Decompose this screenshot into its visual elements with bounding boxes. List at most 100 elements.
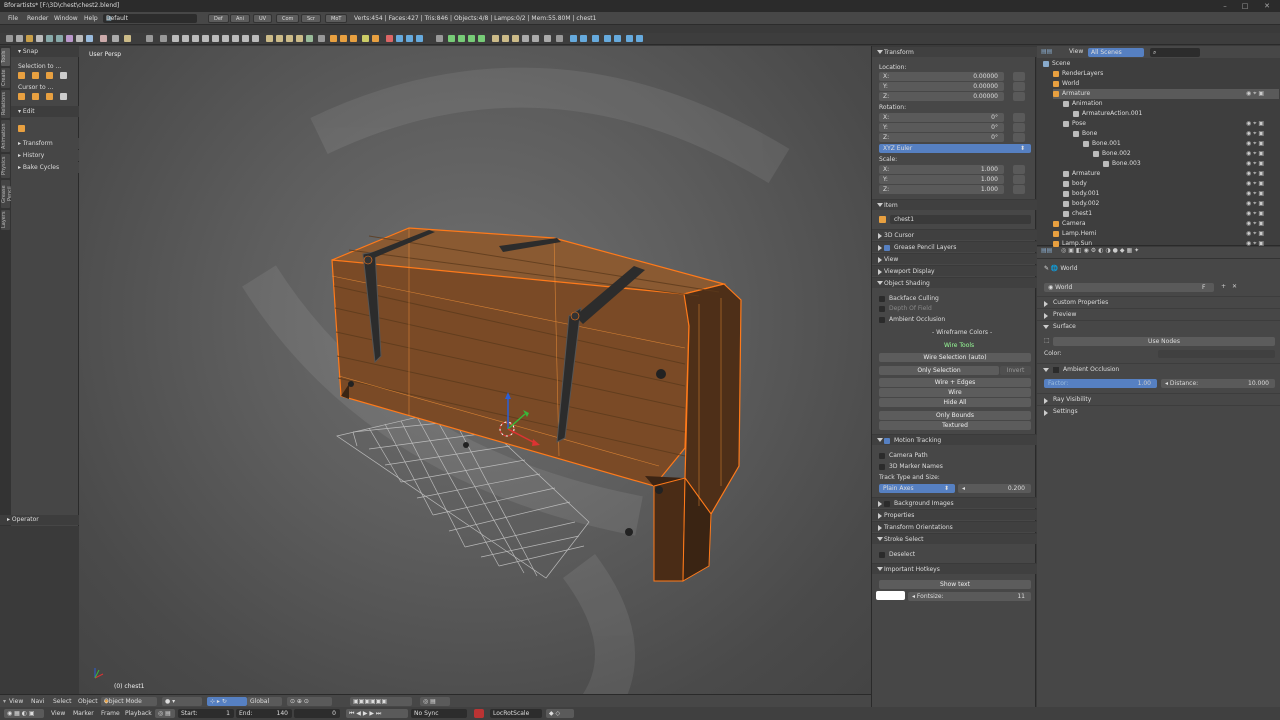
camera-path-option[interactable]: Camera Path: [879, 452, 928, 459]
import-icon[interactable]: [66, 35, 73, 42]
constraint-icon[interactable]: [478, 35, 485, 42]
properties-editor-icon[interactable]: ▤▤: [1041, 247, 1052, 254]
clear-transform-icon[interactable]: [614, 35, 621, 42]
start-frame-field[interactable]: Start: 1: [178, 709, 234, 718]
keying-icon[interactable]: [474, 709, 484, 718]
outliner-editor-icon[interactable]: ▤▤: [1041, 46, 1052, 58]
speaker-icon[interactable]: [372, 35, 379, 42]
join-icon[interactable]: [458, 35, 465, 42]
lamp-sun-icon[interactable]: [340, 35, 347, 42]
panel-header-custom-properties[interactable]: Custom Properties: [1037, 296, 1280, 307]
lock-icon[interactable]: [1013, 113, 1025, 122]
snap-selection-to-grid-icon[interactable]: [18, 72, 25, 79]
duplicate-icon[interactable]: [522, 35, 529, 42]
screen-tab-mot[interactable]: MoT: [325, 14, 348, 23]
timeline-menu-frame[interactable]: Frame: [101, 707, 120, 720]
outliner-item[interactable]: ArmatureAction.001: [1073, 109, 1142, 119]
join-objects-icon[interactable]: [18, 125, 25, 132]
lock-icon[interactable]: [1013, 123, 1025, 132]
timeline-menu-marker[interactable]: Marker: [73, 707, 94, 720]
visibility-icon[interactable]: ◉ ⌖ ▣: [1246, 199, 1264, 209]
visibility-icon[interactable]: ◉ ⌖ ▣: [1246, 219, 1264, 229]
outliner-item[interactable]: body.002: [1063, 199, 1099, 209]
keying-set-selector[interactable]: LocRotScale: [490, 709, 542, 718]
cursor-to-active-icon[interactable]: [60, 93, 67, 100]
ao-distance-field[interactable]: ◂ Distance: 10.000: [1161, 379, 1275, 388]
text-color-swatch[interactable]: [876, 591, 905, 600]
rotation-z-field[interactable]: Z: 0°: [879, 133, 1004, 142]
show-text-button[interactable]: Show text: [879, 580, 1031, 589]
apply-icon[interactable]: [502, 35, 509, 42]
panel-header-snap[interactable]: ▾ Snap: [11, 46, 79, 57]
outliner-menu-view[interactable]: View: [1069, 46, 1083, 58]
screen-tab-com[interactable]: Com: [276, 14, 300, 23]
scale-x-field[interactable]: X: 1.000: [879, 165, 1004, 174]
checkbox-icon[interactable]: [879, 463, 885, 470]
panel-header-transform-orientations[interactable]: Transform Orientations: [872, 521, 1037, 532]
ao-factor-slider[interactable]: Factor: 1.00: [1044, 379, 1157, 388]
wire-edges-button[interactable]: Wire + Edges: [879, 378, 1031, 387]
screen-tab-def[interactable]: Def: [208, 14, 229, 23]
text-icon[interactable]: [296, 35, 303, 42]
visibility-icon[interactable]: ◉ ⌖ ▣: [1246, 129, 1264, 139]
checkbox-icon[interactable]: [1053, 366, 1059, 373]
only-selection-button[interactable]: Only Selection: [879, 366, 999, 375]
snap-selection-to-cursor-icon[interactable]: [32, 72, 39, 79]
render-preview-buttons[interactable]: ◎ ▤: [420, 697, 450, 706]
playback-controls[interactable]: ⏮ ◀ ▶ ▶ ⏭: [346, 709, 408, 718]
lamp-spot-icon[interactable]: [350, 35, 357, 42]
panel-header-surface[interactable]: Surface: [1037, 320, 1280, 331]
wire-button[interactable]: Wire: [879, 388, 1031, 397]
visibility-icon[interactable]: ◉ ⌖ ▣: [1246, 119, 1264, 129]
minimize-icon[interactable]: –: [1215, 0, 1235, 12]
armature-icon[interactable]: [306, 35, 313, 42]
context-tab-icons[interactable]: ◎▣◧◉⚙◐◑●◆▦✦: [1061, 247, 1141, 254]
menu-help[interactable]: Help: [84, 12, 98, 25]
view-menu-icon[interactable]: [146, 35, 153, 42]
wire-selection-auto-button[interactable]: Wire Selection (auto): [879, 353, 1031, 362]
sync-selector[interactable]: No Sync: [411, 709, 467, 718]
outliner-item[interactable]: RenderLayers: [1053, 69, 1103, 79]
orientation-selector[interactable]: Global: [247, 697, 282, 706]
outliner-item[interactable]: Bone: [1073, 129, 1097, 139]
new-file-icon[interactable]: [16, 35, 23, 42]
force-field-icon[interactable]: [386, 35, 393, 42]
checkbox-icon[interactable]: [884, 437, 890, 444]
panel-header-transform[interactable]: Transform: [872, 46, 1037, 57]
shelf-tab-grease-pencil[interactable]: Grease Pencil: [1, 180, 13, 208]
checkbox-icon[interactable]: [884, 500, 890, 507]
visibility-icon[interactable]: ◉ ⌖ ▣: [1246, 169, 1264, 179]
maximize-icon[interactable]: □: [1235, 0, 1255, 12]
insert-keyframe-buttons[interactable]: ◆ ◇: [546, 709, 574, 718]
use-nodes-button[interactable]: Use Nodes: [1053, 337, 1275, 346]
panel-header-bake-cycles[interactable]: ▸ Bake Cycles: [11, 162, 79, 173]
visibility-icon[interactable]: ◉ ⌖ ▣: [1246, 229, 1264, 239]
open-file-icon[interactable]: [26, 35, 33, 42]
camera-icon[interactable]: [362, 35, 369, 42]
visibility-icon[interactable]: ◉ ⌖ ▣: [1246, 159, 1264, 169]
edit-menu-icon[interactable]: [436, 35, 443, 42]
checkbox-icon[interactable]: [879, 452, 885, 459]
lock-icon[interactable]: [1013, 175, 1025, 184]
checkbox-icon[interactable]: [884, 244, 890, 251]
add-menu-icon[interactable]: [160, 35, 167, 42]
lock-icon[interactable]: [1013, 92, 1025, 101]
lock-icon[interactable]: [1013, 133, 1025, 142]
close-icon[interactable]: ✕: [1232, 283, 1237, 290]
panel-header-properties[interactable]: Properties: [872, 509, 1037, 520]
checkbox-icon[interactable]: [879, 316, 885, 323]
pivot-selector[interactable]: ⊙ ⊕ ⊙: [287, 697, 332, 706]
object-name-field[interactable]: chest1: [890, 215, 1031, 224]
link-icon[interactable]: [100, 35, 107, 42]
lock-icon[interactable]: [1013, 185, 1025, 194]
grid-icon[interactable]: [252, 35, 259, 42]
menu-icon[interactable]: [6, 35, 13, 42]
shading-menu-icon[interactable]: [556, 35, 563, 42]
manipulator-toggle[interactable]: ⊹ ▸ ↻: [207, 697, 247, 706]
add-icon[interactable]: +: [1221, 283, 1226, 290]
lock-icon[interactable]: [1013, 82, 1025, 91]
end-frame-field[interactable]: End: 140: [236, 709, 292, 718]
render-icon[interactable]: [86, 35, 93, 42]
display-mode-selector[interactable]: All Scenes: [1088, 48, 1144, 57]
hide-all-button[interactable]: Hide All: [879, 398, 1031, 407]
